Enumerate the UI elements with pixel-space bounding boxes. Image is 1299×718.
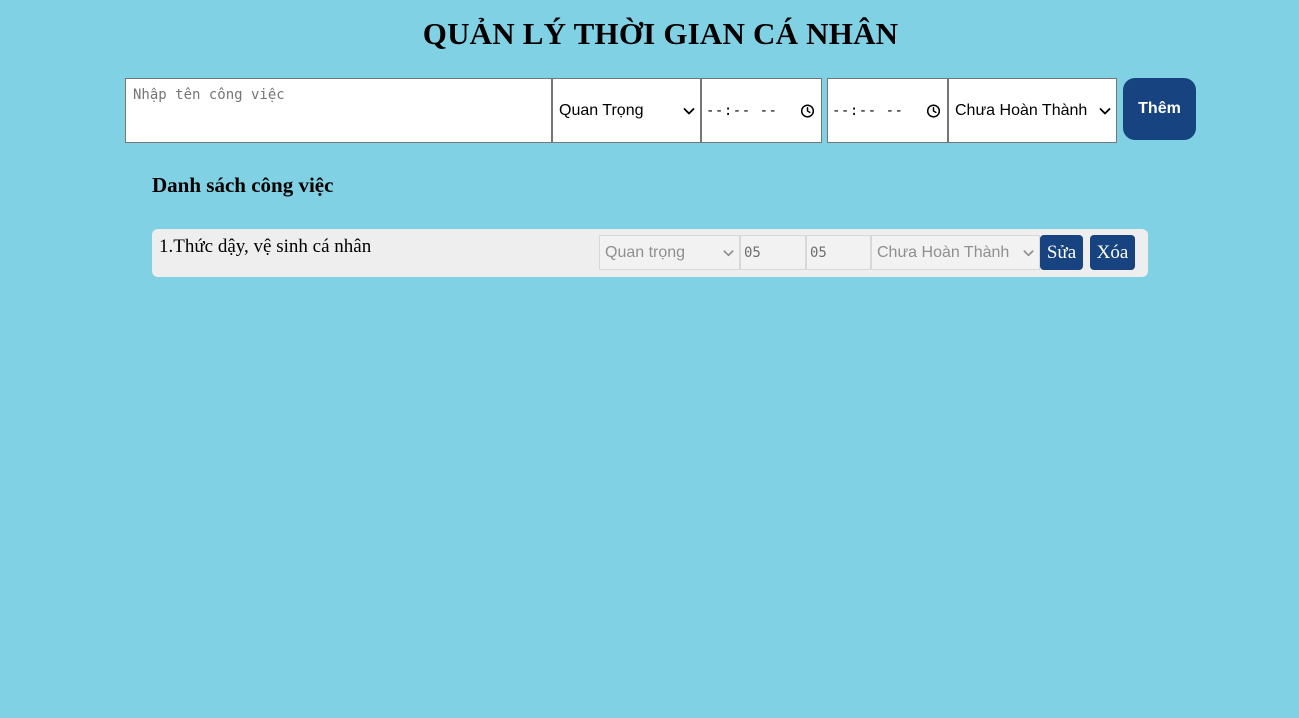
task-list-heading: Danh sách công việc xyxy=(152,173,334,197)
task-status-select[interactable]: Chưa Hoàn Thành xyxy=(871,235,1040,270)
chevron-down-icon xyxy=(1099,107,1111,114)
priority-select-value: Quan Trọng xyxy=(559,101,644,119)
task-row: 1.Thức dậy, vệ sinh cá nhân Quan trọng 0… xyxy=(152,229,1148,277)
status-select[interactable]: Chưa Hoàn Thành xyxy=(948,78,1117,143)
status-select-value: Chưa Hoàn Thành xyxy=(955,101,1088,119)
add-task-button[interactable]: Thêm xyxy=(1123,78,1196,140)
task-start-input[interactable]: 05 xyxy=(740,235,806,270)
edit-task-button[interactable]: Sửa xyxy=(1040,235,1083,270)
task-end-input[interactable]: 05 xyxy=(806,235,871,270)
start-time-input[interactable]: --:-- -- xyxy=(701,78,822,143)
task-name: 1.Thức dậy, vệ sinh cá nhân xyxy=(159,236,372,257)
task-priority-select[interactable]: Quan trọng xyxy=(599,235,740,270)
chevron-down-icon xyxy=(683,107,695,114)
priority-select[interactable]: Quan Trọng xyxy=(552,78,701,143)
end-time-input[interactable]: --:-- -- xyxy=(827,78,948,143)
task-priority-value: Quan trọng xyxy=(605,243,686,261)
clock-icon xyxy=(926,103,941,118)
delete-task-button[interactable]: Xóa xyxy=(1090,235,1135,270)
end-time-value: --:-- -- xyxy=(832,102,904,119)
start-time-value: --:-- -- xyxy=(706,102,778,119)
clock-icon xyxy=(800,103,815,118)
task-name-input[interactable] xyxy=(125,78,552,143)
task-status-value: Chưa Hoàn Thành xyxy=(877,243,1010,261)
chevron-down-icon xyxy=(723,249,734,256)
task-start-value: 05 xyxy=(744,244,761,261)
task-end-value: 05 xyxy=(810,244,827,261)
page-title: QUẢN LÝ THỜI GIAN CÁ NHÂN xyxy=(422,16,899,51)
chevron-down-icon xyxy=(1023,249,1034,256)
